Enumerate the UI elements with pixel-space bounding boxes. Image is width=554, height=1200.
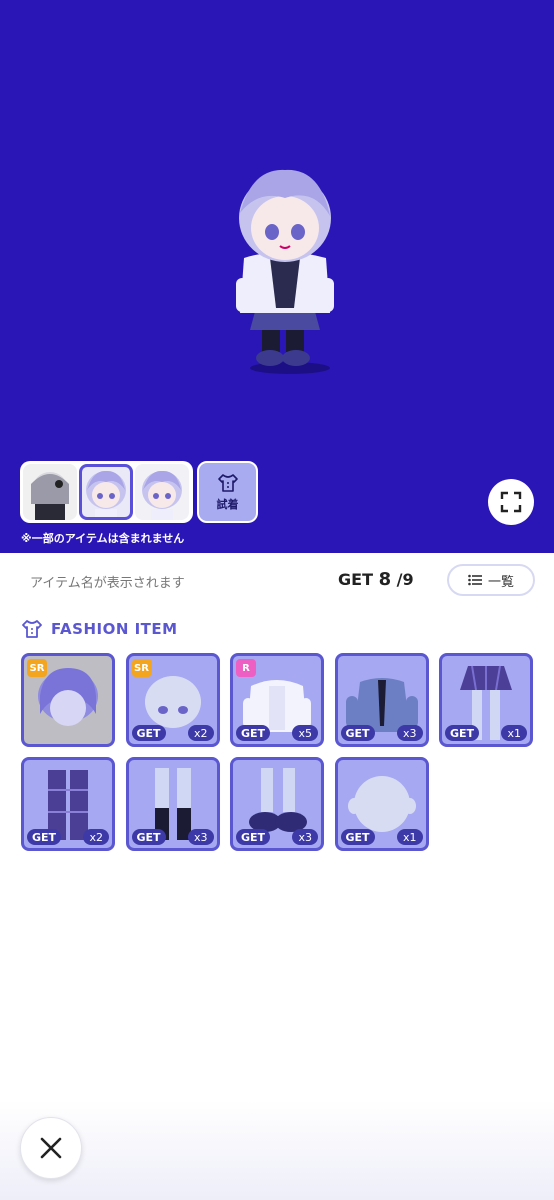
get-badge: GET [445,725,480,741]
shirt-icon [217,473,238,492]
fashion-item-card-shoes[interactable]: GET x3 [230,757,324,851]
quantity-badge: x3 [396,725,423,741]
rarity-badge: SR [131,659,152,677]
outfit-thumb-1[interactable] [23,464,77,520]
fashion-item-card-jacket[interactable]: R GET x5 [230,653,324,747]
quantity-badge: x2 [83,829,109,845]
try-on-button[interactable]: 試着 [197,461,258,523]
get-total-value: /9 [396,570,414,589]
try-on-label: 試着 [216,497,239,511]
outfit-thumbnails [20,461,193,523]
outfit-thumb-3[interactable] [135,464,189,520]
shirt-icon [22,620,42,638]
fullscreen-button[interactable] [488,479,534,525]
list-icon [468,574,482,586]
close-button[interactable] [20,1117,82,1179]
fashion-item-card-hair[interactable]: SR [21,653,115,747]
get-badge: GET [340,829,375,845]
rarity-badge: SR [27,659,47,677]
avatar-preview-stage: 試着 ※一部のアイテムは含まれません [0,0,554,553]
outfit-thumb-2[interactable] [79,464,133,520]
get-badge: GET [131,829,166,845]
quantity-badge: x1 [396,829,423,845]
get-badge: GET [27,829,62,845]
quantity-badge: x5 [292,725,318,741]
quantity-badge: x2 [187,725,214,741]
fashion-item-card-socks[interactable]: GET x3 [125,757,220,851]
fashion-item-card-skirt[interactable]: GET x1 [439,653,533,747]
rarity-badge: R [236,659,256,677]
get-badge: GET [236,725,271,741]
fashion-item-card-shirt[interactable]: GET x3 [334,653,429,747]
quantity-badge: x3 [292,829,318,845]
fashion-item-card-face[interactable]: SR GET x2 [125,653,220,747]
quantity-badge: x3 [187,829,214,845]
bottom-bar [0,1100,554,1200]
get-count-value: 8 [378,569,392,590]
fullscreen-icon [500,491,522,513]
get-counter: GET 8 /9 [338,569,414,590]
list-button-label: 一覧 [487,574,514,590]
quantity-badge: x1 [501,725,527,741]
item-name-display: アイテム名が表示されます [30,576,185,591]
fashion-item-card-pants[interactable]: GET x2 [21,757,115,851]
get-label: GET [338,570,373,589]
get-badge: GET [340,725,375,741]
get-badge: GET [236,829,271,845]
section-title: FASHION ITEM [51,620,178,638]
get-badge: GET [131,725,166,741]
fashion-item-card-head[interactable]: GET x1 [334,757,429,851]
close-icon [40,1137,62,1159]
avatar-character [236,169,334,374]
list-view-button[interactable]: 一覧 [447,564,535,596]
fashion-item-header: FASHION ITEM [21,619,178,639]
excluded-items-note: ※一部のアイテムは含まれません [21,532,185,545]
